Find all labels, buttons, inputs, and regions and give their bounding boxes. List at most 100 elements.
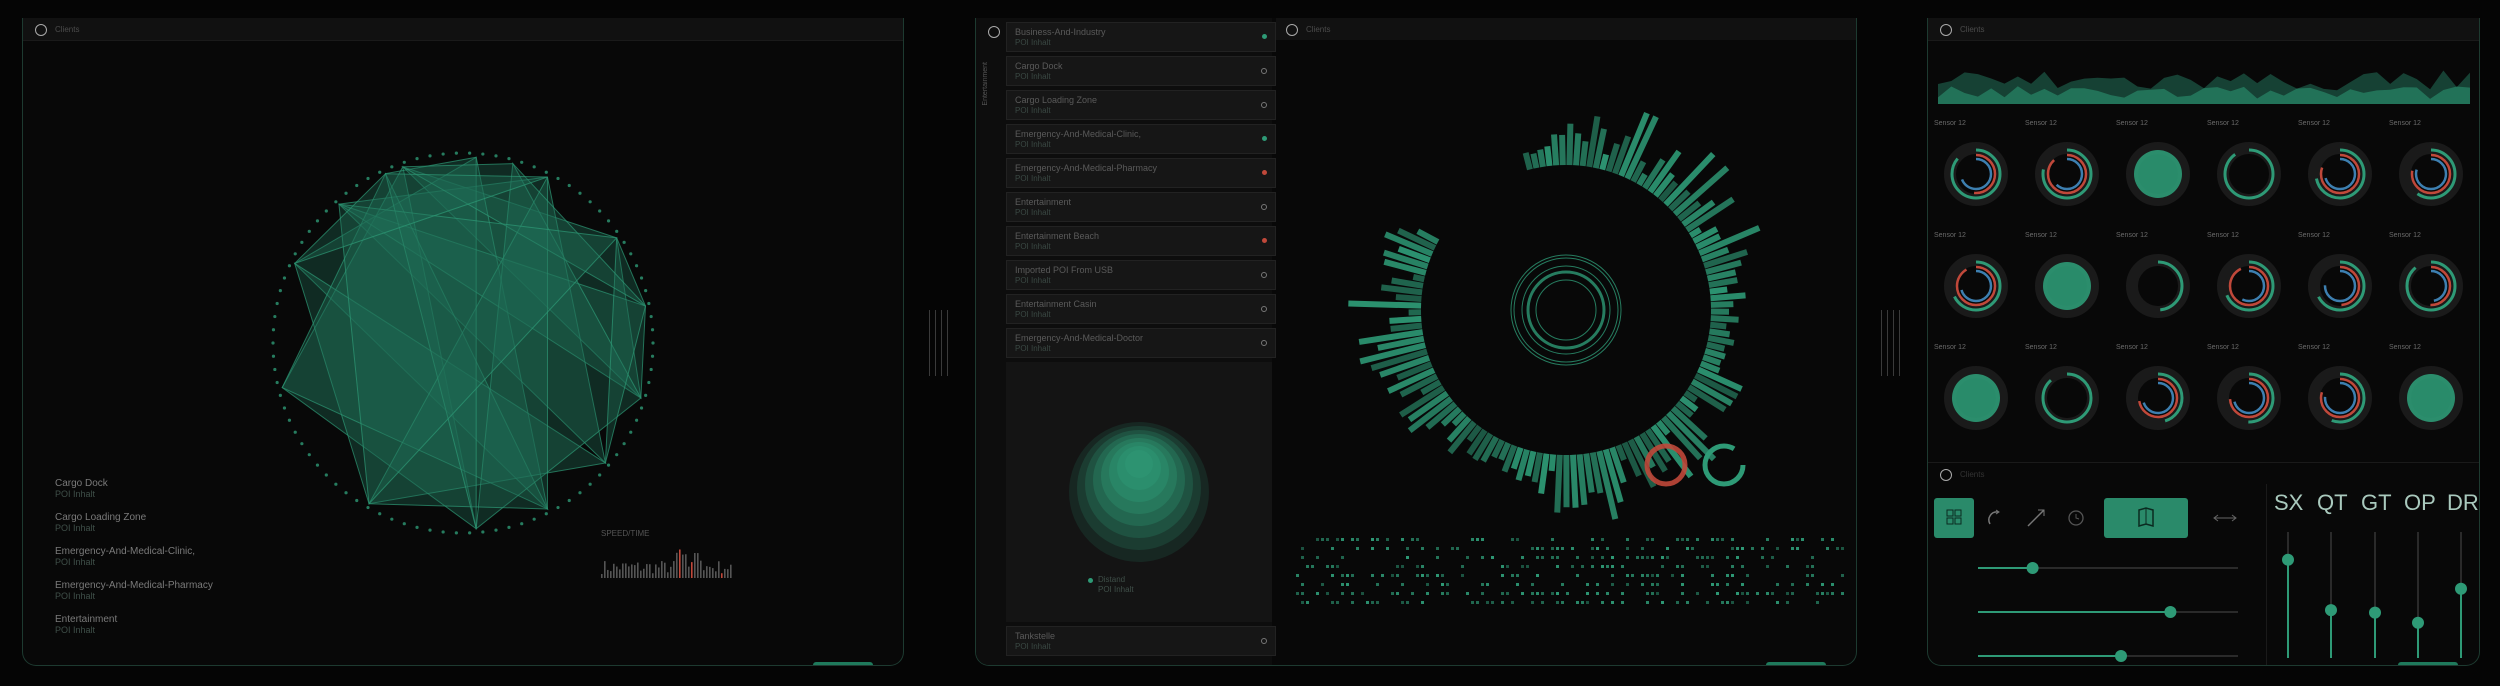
dot-cell (1486, 583, 1489, 586)
fader-thumb[interactable] (2412, 616, 2424, 629)
circle-icon[interactable] (1940, 469, 1952, 481)
chord-node (578, 191, 582, 195)
dot-cell (1376, 538, 1379, 541)
fader-tracks[interactable] (2266, 524, 2480, 664)
list-item[interactable]: Emergency-And-Medical-Clinic, POI Inhalt (1006, 124, 1276, 154)
sensor-card[interactable]: Sensor 12 (2114, 230, 2204, 336)
tool-button[interactable] (2024, 506, 2048, 530)
sensor-card[interactable]: Sensor 12 (2023, 230, 2113, 336)
list-item[interactable]: Entertainment Casin POI Inhalt (1006, 294, 1276, 324)
dot-cell (1586, 583, 1589, 586)
sensor-card[interactable]: Sensor 12 (2205, 342, 2295, 448)
list-item[interactable]: Entertainment Beach POI Inhalt (1006, 226, 1276, 256)
dot-cell (1701, 556, 1704, 559)
sensor-card[interactable]: Sensor 12 (2114, 118, 2204, 224)
tool-button[interactable] (2210, 506, 2240, 530)
tool-button-active[interactable] (1934, 498, 1974, 538)
list-item[interactable]: Cargo Loading Zone POI Inhalt (1006, 90, 1276, 120)
sensor-card[interactable]: Sensor 12 (2205, 118, 2295, 224)
chord-node (650, 328, 655, 332)
sensor-card[interactable]: Sensor 12 (1932, 230, 2022, 336)
sensor-card[interactable]: Sensor 12 (2114, 342, 2204, 448)
legend-item[interactable]: Cargo Loading Zone POI Inhalt (55, 512, 146, 533)
fader-thumb[interactable] (2325, 604, 2337, 617)
chord-node (556, 505, 560, 510)
histogram-bar (613, 563, 615, 578)
sensor-card[interactable]: Sensor 12 (2296, 230, 2386, 336)
sensor-card[interactable]: Sensor 12 (2023, 118, 2113, 224)
slider-thumb[interactable] (2026, 562, 2039, 574)
dot-cell (1491, 601, 1494, 604)
sensor-card[interactable]: Sensor 12 (2023, 342, 2113, 448)
legend-item[interactable]: Cargo Dock POI Inhalt (55, 478, 108, 499)
vertical-tab[interactable]: Entertainment (982, 62, 994, 106)
list-item[interactable]: Entertainment POI Inhalt (1006, 192, 1276, 222)
dot-cell (1626, 583, 1629, 586)
map-button[interactable] (2104, 498, 2188, 538)
sensor-card[interactable]: Sensor 12 (2387, 230, 2477, 336)
list-item[interactable]: Imported POI From USB POI Inhalt (1006, 260, 1276, 290)
sensor-card[interactable]: Sensor 12 (2387, 118, 2477, 224)
chord-node (324, 209, 328, 213)
spectrum-bar (1707, 334, 1735, 346)
dot-cell (1436, 556, 1439, 559)
dot-cell (1336, 538, 1339, 541)
sensor-card[interactable]: Sensor 12 (1932, 118, 2022, 224)
chord-node (629, 430, 633, 434)
tool-button[interactable] (2064, 506, 2088, 530)
dot-cell (1436, 574, 1439, 577)
chord-node (615, 453, 619, 457)
chord-node (355, 498, 359, 503)
dot-cell (1786, 601, 1789, 604)
chord-node (307, 229, 311, 233)
list-item[interactable]: Tankstelle POI Inhalt (1006, 626, 1276, 656)
fader-thumb[interactable] (2369, 606, 2381, 619)
sensor-card[interactable]: Sensor 12 (2387, 342, 2477, 448)
dot-cell (1481, 592, 1484, 595)
rotate-icon (1988, 509, 2000, 525)
list-item[interactable]: Cargo Dock POI Inhalt (1006, 56, 1276, 86)
dot-cell (1686, 601, 1689, 604)
chord-node (544, 170, 548, 174)
list-item[interactable]: Business-And-Industry POI Inhalt (1006, 22, 1276, 52)
sensor-card[interactable]: Sensor 12 (2296, 118, 2386, 224)
panel-grip[interactable] (925, 310, 951, 376)
spectrum-bar (1551, 134, 1560, 166)
dot-cell (1521, 565, 1524, 568)
status-dot (1261, 340, 1267, 346)
sensor-card[interactable]: Sensor 12 (2296, 342, 2386, 448)
slider-thumb[interactable] (2164, 606, 2177, 618)
circle-icon[interactable] (988, 26, 1000, 38)
circle-icon[interactable] (1940, 24, 1952, 36)
fader-thumb[interactable] (2455, 582, 2467, 595)
dot-cell (1761, 547, 1764, 550)
slider-thumb[interactable] (2115, 650, 2127, 662)
histogram-bar (676, 552, 678, 578)
fader-thumb[interactable] (2282, 553, 2294, 566)
sensor-card[interactable]: Sensor 12 (1932, 342, 2022, 448)
legend-item[interactable]: Emergency-And-Medical-Clinic, POI Inhalt (55, 546, 195, 567)
dot-cell (1736, 592, 1739, 595)
dot-cell (1731, 565, 1734, 568)
dot-cell (1556, 592, 1559, 595)
dot-cell (1501, 574, 1504, 577)
tool-button[interactable] (1984, 506, 2008, 530)
dot-cell (1841, 592, 1844, 595)
status-dot (1261, 306, 1267, 312)
dot-cell (1501, 601, 1504, 604)
spectrum-bar (1636, 172, 1648, 187)
spectrum-bar (1709, 286, 1728, 295)
dot-cell (1556, 601, 1559, 604)
sensor-card[interactable]: Sensor 12 (2205, 230, 2295, 336)
circle-icon[interactable] (1286, 24, 1298, 36)
list-item[interactable]: Emergency-And-Medical-Pharmacy POI Inhalt (1006, 158, 1276, 188)
panel-grip[interactable] (1877, 310, 1903, 376)
dot-cell (1421, 574, 1424, 577)
dot-cell (1641, 547, 1644, 550)
legend-item[interactable]: Entertainment POI Inhalt (55, 614, 117, 635)
dot-cell (1611, 601, 1614, 604)
list-item[interactable]: Emergency-And-Medical-Doctor POI Inhalt (1006, 328, 1276, 358)
slider-group[interactable] (1928, 538, 2258, 666)
legend-item[interactable]: Emergency-And-Medical-Pharmacy POI Inhalt (55, 580, 213, 601)
dot-cell (1326, 565, 1329, 568)
